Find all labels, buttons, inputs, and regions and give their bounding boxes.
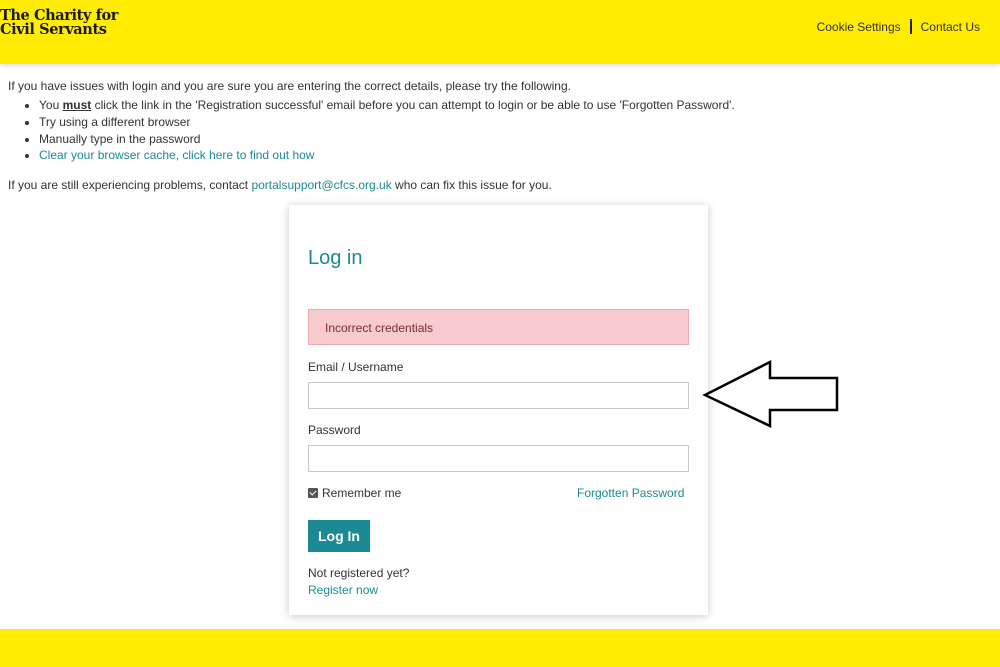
email-field[interactable] xyxy=(308,382,689,409)
login-help-info: If you have issues with login and you ar… xyxy=(8,78,988,194)
help-text: who can fix this issue for you. xyxy=(391,178,552,193)
email-label: Email / Username xyxy=(308,360,404,374)
help-item-password: Manually type in the password xyxy=(39,131,988,148)
help-item-verify: You must click the link in the 'Registra… xyxy=(39,97,988,114)
checkbox-checked-icon[interactable] xyxy=(308,488,318,498)
register-now-link[interactable]: Register now xyxy=(308,583,378,597)
help-contact: If you are still experiencing problems, … xyxy=(8,177,988,194)
cookie-settings-link[interactable]: Cookie Settings xyxy=(817,20,901,34)
support-email-link[interactable]: portalsupport@cfcs.org.uk xyxy=(251,178,391,192)
contact-us-link[interactable]: Contact Us xyxy=(921,20,980,34)
site-logo[interactable]: The Charity for Civil Servants xyxy=(0,8,118,38)
help-intro: If you have issues with login and you ar… xyxy=(8,79,571,93)
page-title: Log in xyxy=(308,247,363,269)
site-header: The Charity for Civil Servants Cookie Se… xyxy=(0,0,1000,64)
help-text: If you are still experiencing problems, … xyxy=(8,178,252,193)
help-item-cache: Clear your browser cache, click here to … xyxy=(39,147,988,164)
top-nav: Cookie Settings Contact Us xyxy=(817,19,980,34)
forgotten-password-link[interactable]: Forgotten Password xyxy=(577,486,684,500)
login-button[interactable]: Log In xyxy=(308,520,370,552)
logo-line-2: Civil Servants xyxy=(0,21,107,38)
site-footer xyxy=(0,629,1000,667)
arrow-left-icon xyxy=(702,359,839,428)
password-field[interactable] xyxy=(308,445,689,472)
help-item-browser: Try using a different browser xyxy=(39,114,988,131)
login-card: Log in Incorrect credentials Email / Use… xyxy=(289,205,708,615)
clear-cache-link[interactable]: Clear your browser cache, click here to … xyxy=(39,148,314,162)
remember-me-label: Remember me xyxy=(322,486,402,500)
help-text: click the link in the 'Registration succ… xyxy=(91,98,735,112)
not-registered-text: Not registered yet? xyxy=(308,566,410,580)
help-text: You xyxy=(39,98,63,112)
nav-divider xyxy=(909,19,912,34)
must-emphasis: must xyxy=(62,98,92,112)
password-label: Password xyxy=(308,423,361,437)
remember-me[interactable]: Remember me xyxy=(308,486,401,500)
help-list: You must click the link in the 'Registra… xyxy=(39,97,988,164)
error-alert: Incorrect credentials xyxy=(308,309,689,345)
